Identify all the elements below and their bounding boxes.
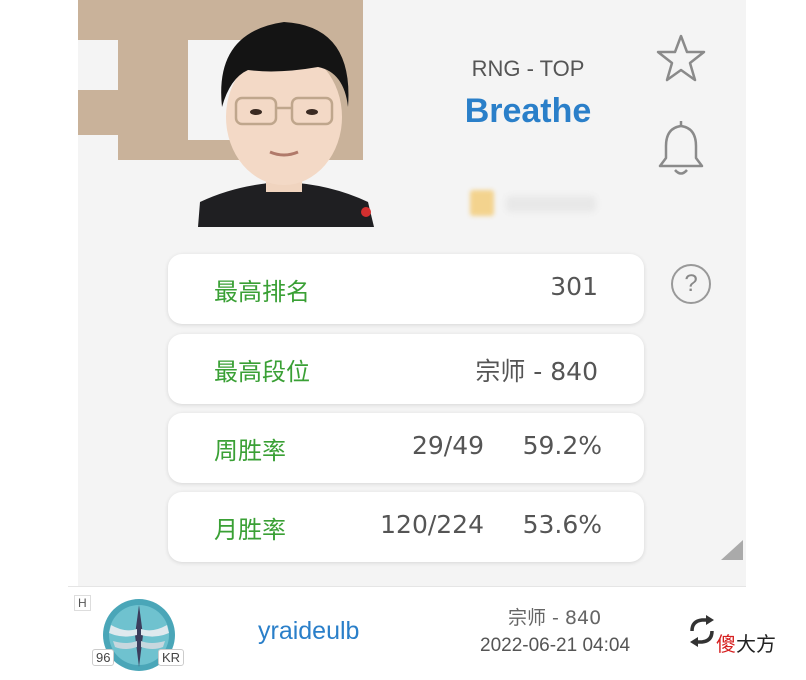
watermark-red: 傻 — [716, 632, 736, 656]
peak-rank-card: 最高排名 301 — [168, 254, 644, 324]
star-outline-icon — [656, 34, 706, 82]
left-gutter — [0, 0, 78, 679]
server-badge: KR — [158, 649, 185, 666]
peak-tier-card: 最高段位 宗师 - 840 — [168, 334, 644, 404]
monthly-winrate-label: 月胜率 — [214, 516, 286, 544]
account-row[interactable]: H 96 KR yraideulb 宗师 - 840 2022-06-21 04… — [68, 586, 746, 680]
account-rank: 宗师 - 840 — [508, 607, 602, 629]
help-button[interactable]: ? — [671, 264, 711, 304]
peak-tier-label: 最高段位 — [214, 358, 310, 386]
peak-rank-label: 最高排名 — [214, 278, 310, 306]
watermark: 傻大方 — [716, 628, 776, 657]
region-tag: H — [74, 595, 91, 611]
blurred-icon — [470, 190, 494, 216]
weekly-winrate-label: 周胜率 — [214, 437, 286, 465]
level-badge: 96 — [92, 649, 115, 666]
refresh-icon — [690, 615, 714, 647]
monthly-rate: 53.6% — [522, 510, 602, 539]
weekly-games: 29/49 — [411, 431, 484, 460]
blurred-info — [470, 190, 596, 216]
monthly-games: 120/224 — [380, 510, 484, 539]
team-role: RNG - TOP — [471, 56, 585, 81]
watermark-black: 大方 — [736, 632, 776, 656]
player-name: Breathe — [464, 92, 592, 130]
account-timestamp: 2022-06-21 04:04 — [480, 635, 631, 656]
peak-rank-value: 301 — [550, 272, 598, 301]
account-name-link[interactable]: yraideulb — [258, 617, 359, 646]
weekly-rate: 59.2% — [522, 431, 602, 460]
corner-resize-icon — [721, 540, 743, 560]
monthly-winrate-card: 月胜率 120/224 53.6% — [168, 492, 644, 562]
bell-outline-icon — [658, 121, 704, 175]
weekly-winrate-card: 周胜率 29/49 59.2% — [168, 413, 644, 483]
player-photo — [198, 22, 374, 227]
peak-tier-value: 宗师 - 840 — [475, 357, 598, 386]
favorite-button[interactable] — [654, 32, 708, 86]
refresh-button[interactable] — [684, 613, 720, 649]
blurred-text — [506, 196, 596, 212]
notification-button[interactable] — [654, 120, 708, 178]
